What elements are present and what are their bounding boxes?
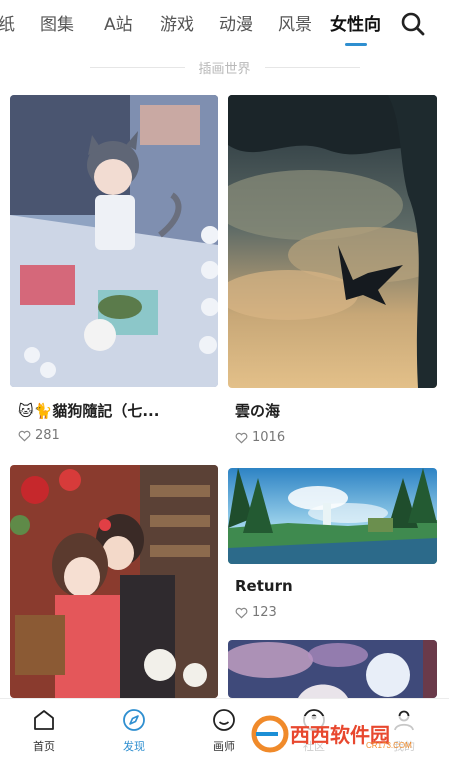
likes-count: 281	[35, 428, 60, 443]
card-image-kimono-couple[interactable]	[10, 465, 218, 698]
home-icon	[34, 710, 54, 730]
section-header: 插画世界	[0, 57, 449, 77]
tab-wallpaper[interactable]: 纸	[0, 10, 15, 35]
tab-games[interactable]: 游戏	[160, 10, 194, 35]
nav-label: 发现	[123, 740, 145, 753]
search-icon[interactable]	[400, 11, 426, 37]
divider-right	[265, 67, 360, 68]
card-likes[interactable]: 281	[18, 428, 60, 443]
nav-discover[interactable]: 发现	[104, 707, 164, 754]
card-image-return[interactable]	[228, 468, 437, 564]
watermark-url: CR173.COM	[366, 741, 412, 750]
smile-icon	[213, 709, 235, 731]
nav-artists[interactable]: 画师	[194, 707, 254, 754]
card-image-cat-notes[interactable]	[10, 95, 218, 387]
site-watermark: 西西软件园 CR173.COM	[248, 712, 430, 756]
card-likes[interactable]: 1016	[235, 430, 285, 445]
nav-home[interactable]: 首页	[14, 707, 74, 754]
tab-anime[interactable]: 动漫	[219, 10, 253, 35]
card-title[interactable]: Return	[235, 577, 435, 595]
card-title[interactable]: 🐱🐈貓狗隨記（七...	[18, 400, 218, 421]
card-title[interactable]: 雲の海	[235, 400, 435, 421]
section-title: 插画世界	[198, 62, 251, 77]
compass-icon	[123, 709, 145, 731]
heart-icon	[18, 430, 31, 441]
heart-icon	[235, 432, 248, 443]
tab-scenery[interactable]: 风景	[278, 10, 312, 35]
heart-icon	[235, 607, 248, 618]
tab-female[interactable]: 女性向	[330, 10, 381, 35]
likes-count: 1016	[252, 430, 286, 445]
nav-label: 首页	[33, 740, 55, 753]
likes-count: 123	[252, 605, 277, 620]
card-image-night-sakura[interactable]	[228, 640, 437, 698]
nav-label: 画师	[213, 740, 235, 753]
card-image-sea-of-clouds[interactable]	[228, 95, 437, 388]
category-tabs: 纸 图集 A站 游戏 动漫 风景 女性向	[0, 0, 449, 50]
tab-gallery[interactable]: 图集	[40, 10, 74, 35]
tab-acfun[interactable]: A站	[104, 10, 133, 35]
active-tab-indicator	[345, 43, 367, 46]
card-likes[interactable]: 123	[235, 605, 277, 620]
